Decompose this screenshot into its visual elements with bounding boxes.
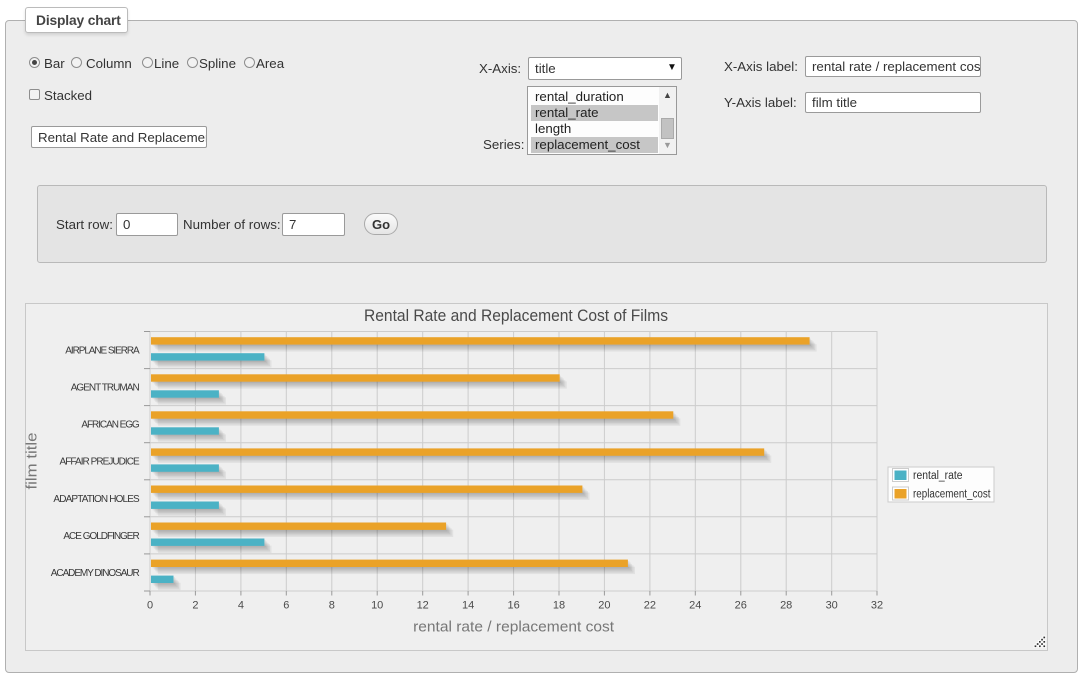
svg-text:28: 28	[780, 600, 792, 612]
svg-text:22: 22	[644, 600, 656, 612]
svg-text:rental_rate: rental_rate	[913, 470, 963, 482]
svg-text:ACE GOLDFINGER: ACE GOLDFINGER	[63, 531, 139, 542]
svg-text:film title: film title	[25, 433, 41, 490]
svg-text:6: 6	[283, 600, 289, 612]
svg-text:AFRICAN EGG: AFRICAN EGG	[81, 420, 140, 431]
svg-text:AGENT TRUMAN: AGENT TRUMAN	[71, 383, 140, 394]
svg-text:ACADEMY DINOSAUR: ACADEMY DINOSAUR	[51, 568, 140, 579]
svg-text:32: 32	[871, 600, 883, 612]
svg-text:26: 26	[735, 600, 747, 612]
svg-text:14: 14	[462, 600, 474, 612]
svg-text:AIRPLANE SIERRA: AIRPLANE SIERRA	[65, 346, 140, 357]
svg-text:18: 18	[553, 600, 565, 612]
svg-text:2: 2	[192, 600, 198, 612]
svg-text:16: 16	[507, 600, 519, 612]
svg-text:30: 30	[826, 600, 838, 612]
svg-text:Rental Rate and Replacement Co: Rental Rate and Replacement Cost of Film…	[364, 307, 668, 325]
svg-text:0: 0	[147, 600, 153, 612]
svg-text:AFFAIR PREJUDICE: AFFAIR PREJUDICE	[60, 457, 141, 468]
svg-text:replacement_cost: replacement_cost	[913, 489, 991, 501]
svg-text:ADAPTATION HOLES: ADAPTATION HOLES	[53, 494, 140, 505]
svg-text:rental rate / replacement cost: rental rate / replacement cost	[413, 620, 614, 636]
svg-text:12: 12	[417, 600, 429, 612]
svg-text:8: 8	[329, 600, 335, 612]
svg-text:20: 20	[598, 600, 610, 612]
svg-text:4: 4	[238, 600, 244, 612]
svg-text:24: 24	[689, 600, 701, 612]
svg-text:10: 10	[371, 600, 383, 612]
